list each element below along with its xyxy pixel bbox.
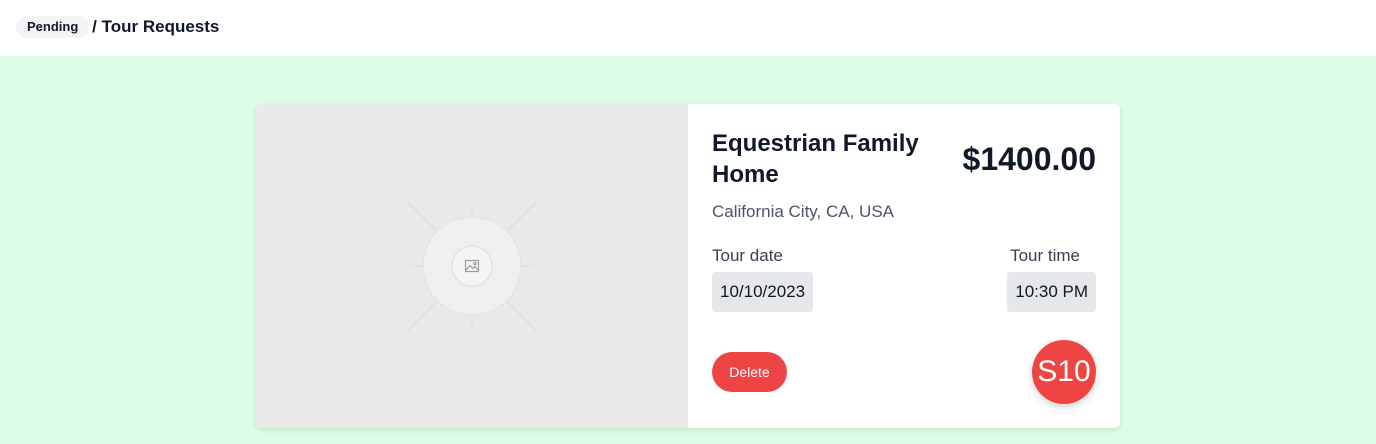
delete-button[interactable]: Delete (712, 352, 787, 392)
status-badge: Pending (16, 16, 90, 38)
tour-time-value: 10:30 PM (1007, 272, 1096, 312)
property-location: California City, CA, USA (712, 202, 895, 221)
property-title: Equestrian Family Home (712, 130, 919, 188)
top-bar: e / Tour Requests Pending (0, 0, 1376, 56)
tour-date-label: Tour date (712, 246, 783, 265)
property-price: $1400.00 (962, 141, 1096, 177)
avatar[interactable]: S10 (1032, 340, 1096, 404)
tour-request-card: Equestrian Family Home $1400.00 Californ… (256, 104, 1120, 428)
tour-date-value: 10/10/2023 (712, 272, 814, 312)
tour-time-label: Tour time (1010, 246, 1080, 265)
image-placeholder-icon (407, 201, 537, 331)
tour-details: Equestrian Family Home $1400.00 Californ… (688, 104, 1120, 428)
breadcrumb[interactable]: e / Tour Requests (78, 17, 219, 37)
property-image-placeholder (256, 104, 688, 428)
